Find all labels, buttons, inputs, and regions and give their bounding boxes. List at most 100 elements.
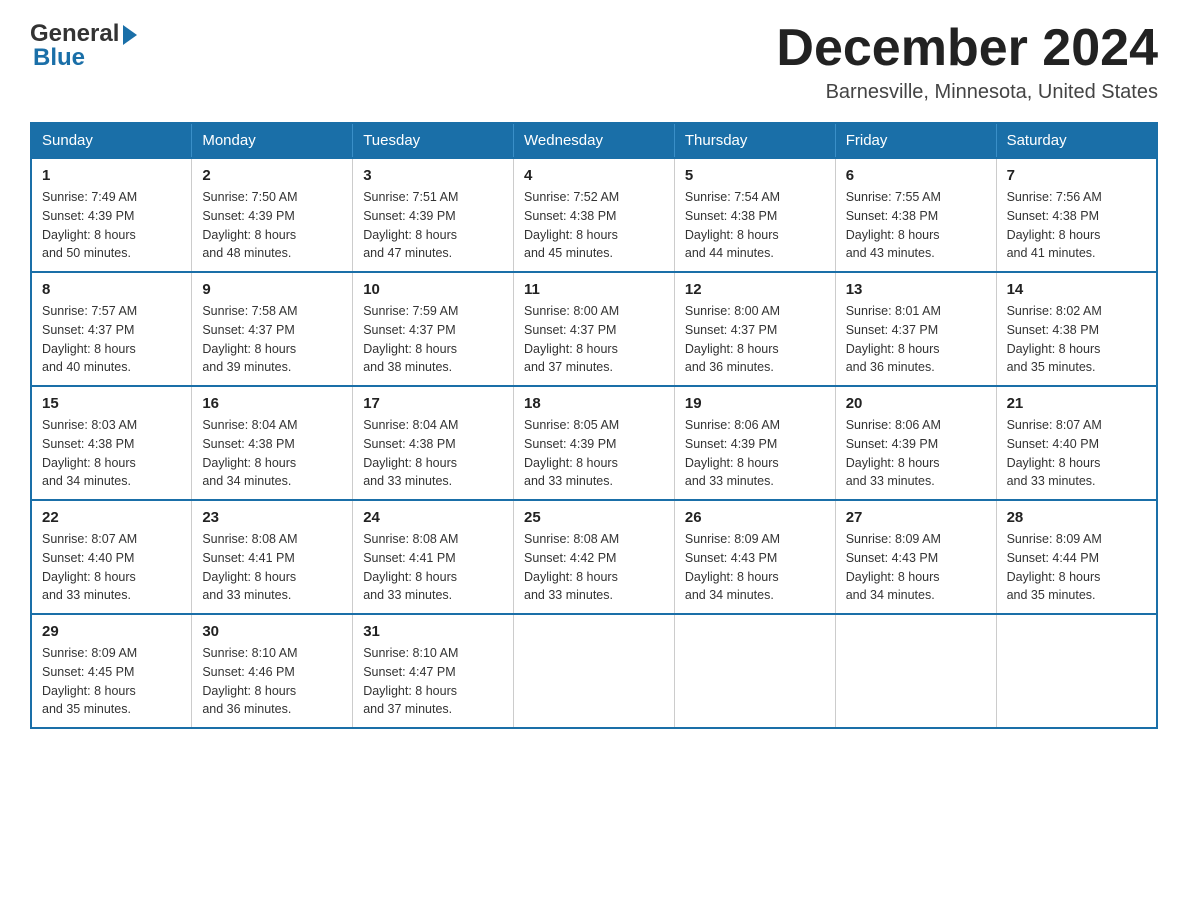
calendar-day-cell: 30 Sunrise: 8:10 AMSunset: 4:46 PMDaylig… xyxy=(192,614,353,728)
calendar-day-cell: 25 Sunrise: 8:08 AMSunset: 4:42 PMDaylig… xyxy=(514,500,675,614)
day-number: 20 xyxy=(846,395,986,412)
calendar-day-cell: 8 Sunrise: 7:57 AMSunset: 4:37 PMDayligh… xyxy=(31,272,192,386)
day-info: Sunrise: 7:52 AMSunset: 4:38 PMDaylight:… xyxy=(524,188,664,263)
calendar-day-cell: 28 Sunrise: 8:09 AMSunset: 4:44 PMDaylig… xyxy=(996,500,1157,614)
day-info: Sunrise: 7:51 AMSunset: 4:39 PMDaylight:… xyxy=(363,188,503,263)
calendar-day-cell: 17 Sunrise: 8:04 AMSunset: 4:38 PMDaylig… xyxy=(353,386,514,500)
calendar-day-cell: 26 Sunrise: 8:09 AMSunset: 4:43 PMDaylig… xyxy=(674,500,835,614)
day-number: 24 xyxy=(363,509,503,526)
day-info: Sunrise: 8:07 AMSunset: 4:40 PMDaylight:… xyxy=(1007,416,1146,491)
col-friday: Friday xyxy=(835,123,996,158)
day-info: Sunrise: 8:02 AMSunset: 4:38 PMDaylight:… xyxy=(1007,302,1146,377)
day-info: Sunrise: 8:09 AMSunset: 4:43 PMDaylight:… xyxy=(685,530,825,605)
day-number: 25 xyxy=(524,509,664,526)
calendar-day-cell: 14 Sunrise: 8:02 AMSunset: 4:38 PMDaylig… xyxy=(996,272,1157,386)
calendar-day-cell: 20 Sunrise: 8:06 AMSunset: 4:39 PMDaylig… xyxy=(835,386,996,500)
day-number: 8 xyxy=(42,281,181,298)
day-number: 9 xyxy=(202,281,342,298)
calendar-day-cell: 18 Sunrise: 8:05 AMSunset: 4:39 PMDaylig… xyxy=(514,386,675,500)
calendar-day-cell: 5 Sunrise: 7:54 AMSunset: 4:38 PMDayligh… xyxy=(674,158,835,272)
calendar-day-cell: 16 Sunrise: 8:04 AMSunset: 4:38 PMDaylig… xyxy=(192,386,353,500)
day-number: 2 xyxy=(202,167,342,184)
calendar-day-cell: 4 Sunrise: 7:52 AMSunset: 4:38 PMDayligh… xyxy=(514,158,675,272)
col-wednesday: Wednesday xyxy=(514,123,675,158)
day-info: Sunrise: 8:08 AMSunset: 4:41 PMDaylight:… xyxy=(363,530,503,605)
day-info: Sunrise: 7:49 AMSunset: 4:39 PMDaylight:… xyxy=(42,188,181,263)
day-info: Sunrise: 8:09 AMSunset: 4:44 PMDaylight:… xyxy=(1007,530,1146,605)
day-info: Sunrise: 8:03 AMSunset: 4:38 PMDaylight:… xyxy=(42,416,181,491)
day-number: 3 xyxy=(363,167,503,184)
day-info: Sunrise: 7:59 AMSunset: 4:37 PMDaylight:… xyxy=(363,302,503,377)
day-number: 4 xyxy=(524,167,664,184)
col-saturday: Saturday xyxy=(996,123,1157,158)
day-info: Sunrise: 8:10 AMSunset: 4:46 PMDaylight:… xyxy=(202,644,342,719)
day-number: 22 xyxy=(42,509,181,526)
calendar-day-cell: 29 Sunrise: 8:09 AMSunset: 4:45 PMDaylig… xyxy=(31,614,192,728)
calendar-day-cell: 11 Sunrise: 8:00 AMSunset: 4:37 PMDaylig… xyxy=(514,272,675,386)
day-number: 11 xyxy=(524,281,664,298)
calendar-day-cell: 9 Sunrise: 7:58 AMSunset: 4:37 PMDayligh… xyxy=(192,272,353,386)
day-info: Sunrise: 7:54 AMSunset: 4:38 PMDaylight:… xyxy=(685,188,825,263)
day-number: 13 xyxy=(846,281,986,298)
calendar-day-cell xyxy=(514,614,675,728)
calendar-table: Sunday Monday Tuesday Wednesday Thursday… xyxy=(30,122,1158,729)
day-number: 19 xyxy=(685,395,825,412)
day-number: 5 xyxy=(685,167,825,184)
day-info: Sunrise: 8:09 AMSunset: 4:45 PMDaylight:… xyxy=(42,644,181,719)
day-number: 12 xyxy=(685,281,825,298)
day-number: 31 xyxy=(363,623,503,640)
title-area: December 2024 Barnesville, Minnesota, Un… xyxy=(776,20,1158,104)
day-number: 1 xyxy=(42,167,181,184)
calendar-day-cell: 21 Sunrise: 8:07 AMSunset: 4:40 PMDaylig… xyxy=(996,386,1157,500)
day-number: 26 xyxy=(685,509,825,526)
day-info: Sunrise: 8:09 AMSunset: 4:43 PMDaylight:… xyxy=(846,530,986,605)
calendar-day-cell xyxy=(835,614,996,728)
day-info: Sunrise: 8:04 AMSunset: 4:38 PMDaylight:… xyxy=(202,416,342,491)
calendar-header-row: Sunday Monday Tuesday Wednesday Thursday… xyxy=(31,123,1157,158)
calendar-day-cell: 12 Sunrise: 8:00 AMSunset: 4:37 PMDaylig… xyxy=(674,272,835,386)
col-sunday: Sunday xyxy=(31,123,192,158)
calendar-day-cell: 27 Sunrise: 8:09 AMSunset: 4:43 PMDaylig… xyxy=(835,500,996,614)
calendar-week-row: 15 Sunrise: 8:03 AMSunset: 4:38 PMDaylig… xyxy=(31,386,1157,500)
col-monday: Monday xyxy=(192,123,353,158)
calendar-day-cell: 13 Sunrise: 8:01 AMSunset: 4:37 PMDaylig… xyxy=(835,272,996,386)
logo: General Blue xyxy=(30,20,137,72)
day-info: Sunrise: 8:00 AMSunset: 4:37 PMDaylight:… xyxy=(685,302,825,377)
day-info: Sunrise: 8:08 AMSunset: 4:42 PMDaylight:… xyxy=(524,530,664,605)
day-number: 6 xyxy=(846,167,986,184)
day-number: 27 xyxy=(846,509,986,526)
logo-arrow-icon xyxy=(123,25,137,45)
calendar-week-row: 1 Sunrise: 7:49 AMSunset: 4:39 PMDayligh… xyxy=(31,158,1157,272)
day-number: 21 xyxy=(1007,395,1146,412)
calendar-day-cell: 1 Sunrise: 7:49 AMSunset: 4:39 PMDayligh… xyxy=(31,158,192,272)
calendar-week-row: 29 Sunrise: 8:09 AMSunset: 4:45 PMDaylig… xyxy=(31,614,1157,728)
day-number: 17 xyxy=(363,395,503,412)
day-info: Sunrise: 8:01 AMSunset: 4:37 PMDaylight:… xyxy=(846,302,986,377)
location-subtitle: Barnesville, Minnesota, United States xyxy=(776,81,1158,104)
day-number: 30 xyxy=(202,623,342,640)
calendar-day-cell: 19 Sunrise: 8:06 AMSunset: 4:39 PMDaylig… xyxy=(674,386,835,500)
day-number: 16 xyxy=(202,395,342,412)
page-header: General Blue December 2024 Barnesville, … xyxy=(30,20,1158,104)
day-number: 7 xyxy=(1007,167,1146,184)
calendar-day-cell: 2 Sunrise: 7:50 AMSunset: 4:39 PMDayligh… xyxy=(192,158,353,272)
calendar-day-cell: 22 Sunrise: 8:07 AMSunset: 4:40 PMDaylig… xyxy=(31,500,192,614)
logo-blue-text: Blue xyxy=(33,44,137,72)
day-info: Sunrise: 7:50 AMSunset: 4:39 PMDaylight:… xyxy=(202,188,342,263)
day-number: 14 xyxy=(1007,281,1146,298)
day-info: Sunrise: 8:04 AMSunset: 4:38 PMDaylight:… xyxy=(363,416,503,491)
day-info: Sunrise: 7:57 AMSunset: 4:37 PMDaylight:… xyxy=(42,302,181,377)
day-number: 18 xyxy=(524,395,664,412)
calendar-day-cell: 24 Sunrise: 8:08 AMSunset: 4:41 PMDaylig… xyxy=(353,500,514,614)
day-number: 23 xyxy=(202,509,342,526)
day-number: 10 xyxy=(363,281,503,298)
day-info: Sunrise: 7:55 AMSunset: 4:38 PMDaylight:… xyxy=(846,188,986,263)
day-number: 29 xyxy=(42,623,181,640)
day-info: Sunrise: 8:00 AMSunset: 4:37 PMDaylight:… xyxy=(524,302,664,377)
day-info: Sunrise: 8:06 AMSunset: 4:39 PMDaylight:… xyxy=(685,416,825,491)
calendar-day-cell xyxy=(674,614,835,728)
col-tuesday: Tuesday xyxy=(353,123,514,158)
day-info: Sunrise: 7:56 AMSunset: 4:38 PMDaylight:… xyxy=(1007,188,1146,263)
day-info: Sunrise: 8:07 AMSunset: 4:40 PMDaylight:… xyxy=(42,530,181,605)
day-info: Sunrise: 7:58 AMSunset: 4:37 PMDaylight:… xyxy=(202,302,342,377)
